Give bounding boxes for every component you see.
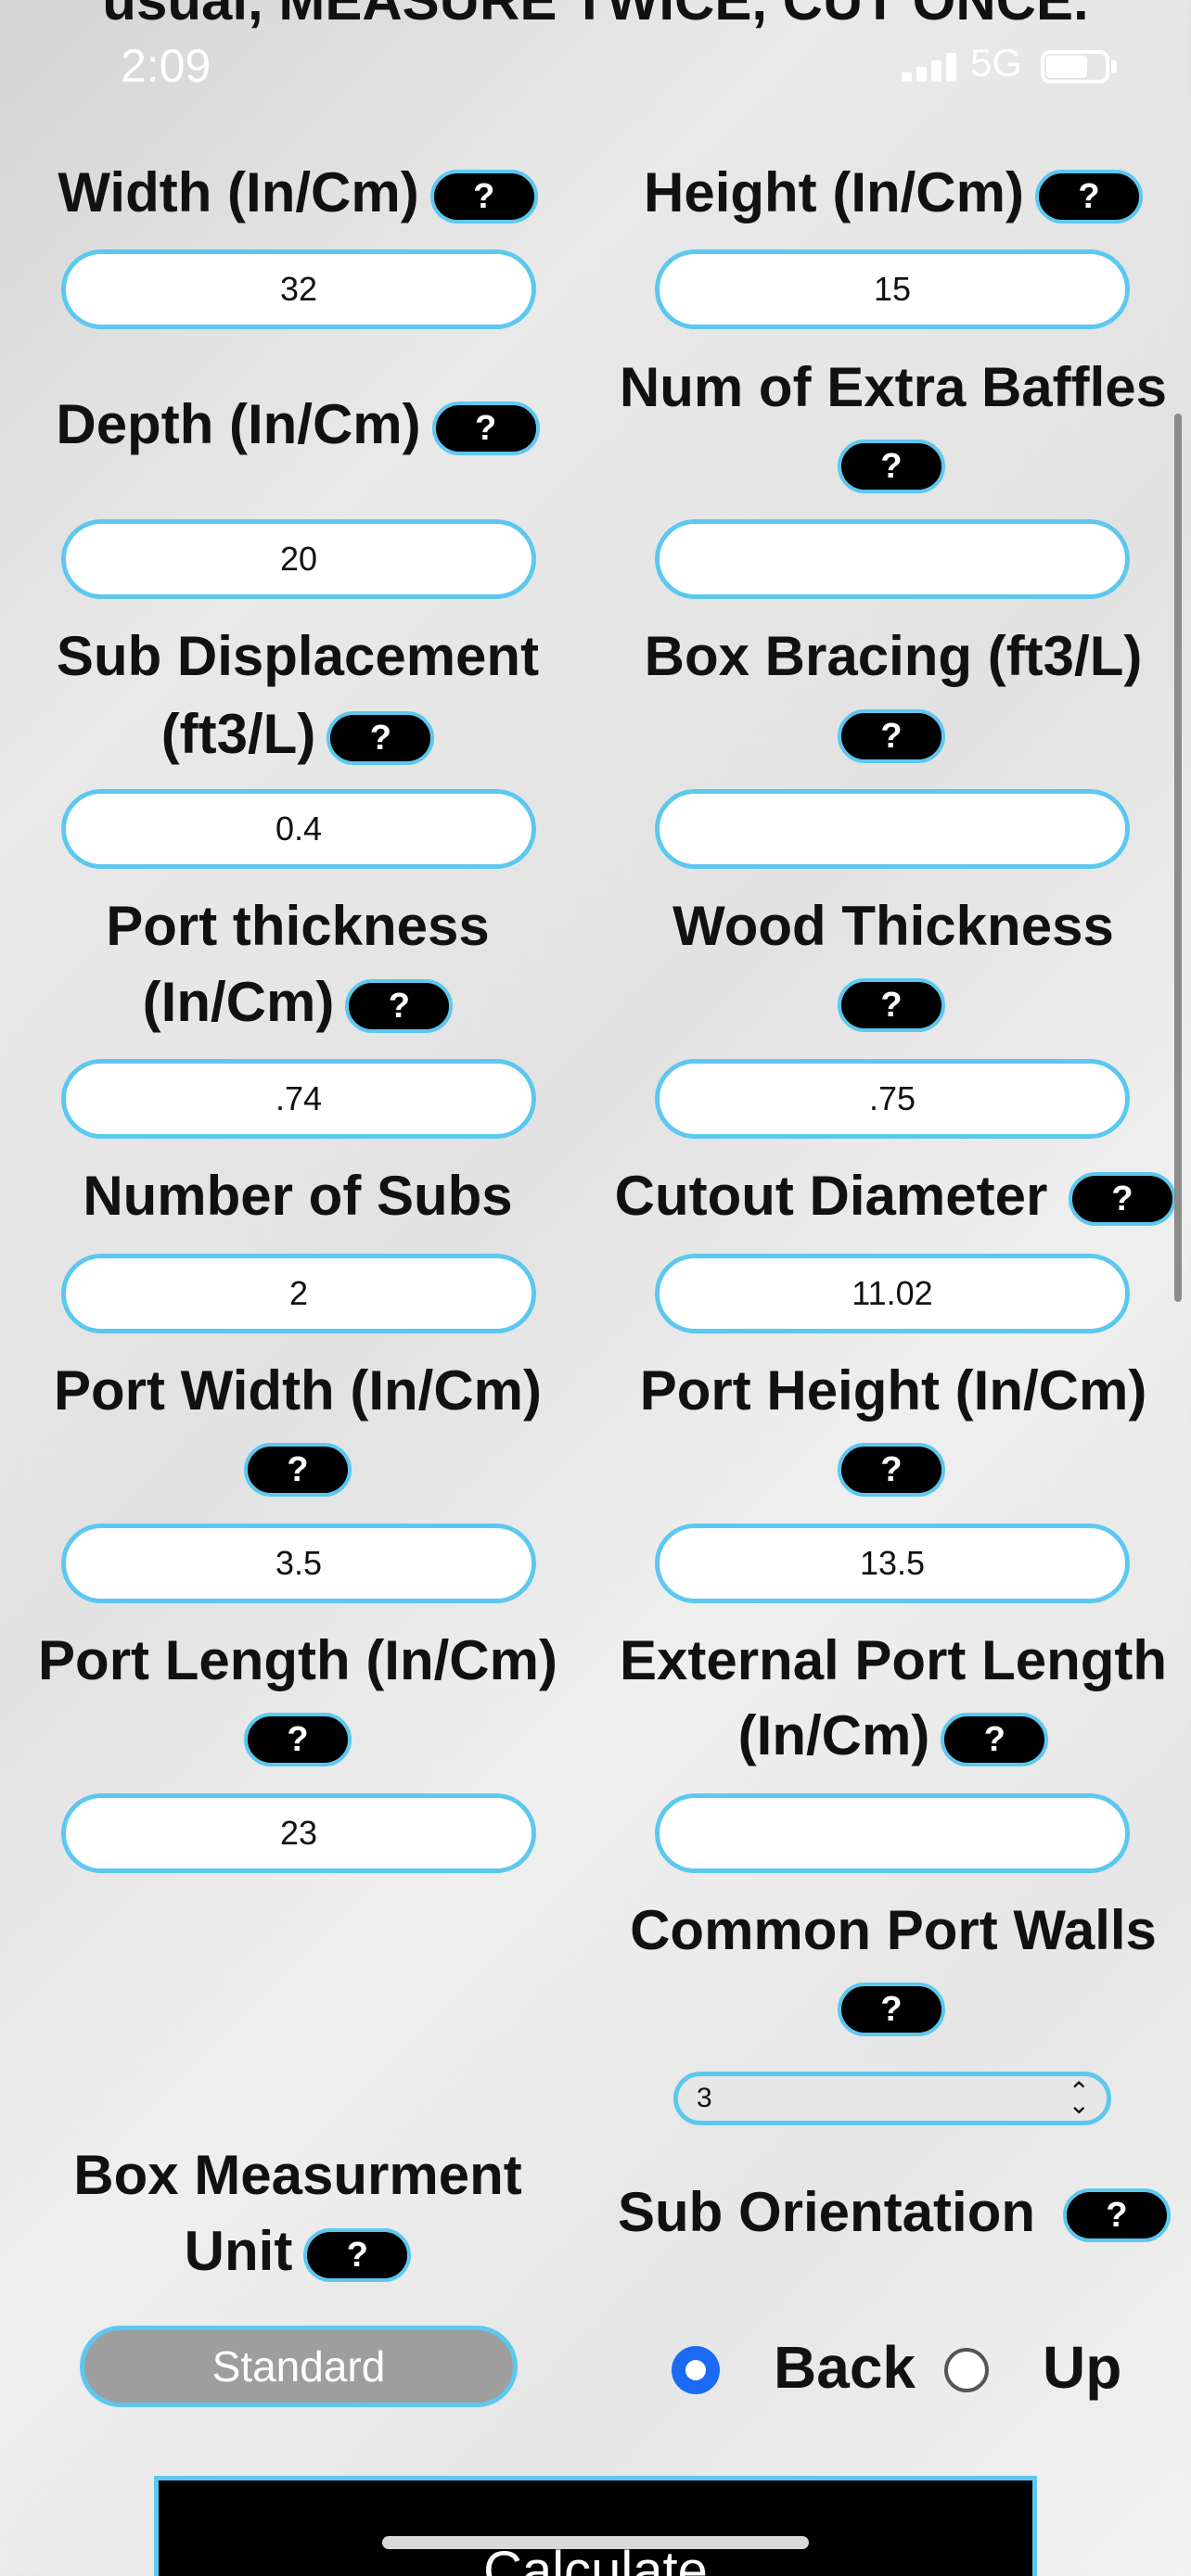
sub-orientation-help-button[interactable]: ? (1063, 2188, 1171, 2242)
width-label: Width (In/Cm) (58, 161, 419, 223)
port-width-input[interactable] (61, 1524, 536, 1603)
external-port-length-label-unit: (In/Cm) (737, 1704, 930, 1766)
port-length-label: Port Length (In/Cm) (38, 1629, 557, 1691)
width-input[interactable] (61, 249, 536, 329)
box-unit-label: Box Measurment (73, 2144, 522, 2206)
box-unit-label-row2: Unit? (0, 2214, 596, 2289)
port-thickness-label-row2: (In/Cm)? (0, 965, 596, 1039)
sub-displacement-label-unit: (ft3/L) (160, 703, 316, 765)
battery-cap (1111, 60, 1117, 73)
port-height-label: Port Height (In/Cm) (639, 1359, 1147, 1422)
sub-displacement-help-button[interactable]: ? (327, 711, 435, 766)
wood-thickness-input[interactable] (655, 1059, 1130, 1139)
home-indicator (382, 2536, 809, 2549)
external-port-length-help-button[interactable]: ? (941, 1713, 1049, 1767)
height-help-button[interactable]: ? (1034, 170, 1143, 224)
box-bracing-input[interactable] (655, 789, 1130, 869)
depth-label-row: Depth (In/Cm)? (0, 388, 596, 462)
select-chevron-icon: ⌃ ⌄ (1068, 2077, 1090, 2119)
wood-thickness-label: Wood Thickness (672, 895, 1114, 957)
port-length-input[interactable] (61, 1793, 536, 1873)
height-input[interactable] (655, 249, 1130, 329)
num-subs-input[interactable] (61, 1254, 536, 1333)
port-thickness-label-unit: (In/Cm) (142, 971, 335, 1033)
unit-standard-button[interactable]: Standard (80, 2326, 518, 2407)
box-bracing-help-button[interactable]: ? (838, 709, 945, 763)
orientation-up-radio[interactable] (944, 2348, 989, 2392)
orientation-up-label: Up (1043, 2334, 1122, 2401)
cutout-diameter-help-button[interactable]: ? (1069, 1172, 1176, 1226)
width-label-row: Width (In/Cm)? (0, 156, 596, 230)
calculate-button[interactable]: Calculate (154, 2476, 1037, 2576)
height-label-row: Height (In/Cm)? (596, 156, 1191, 230)
extra-baffles-input[interactable] (655, 519, 1130, 599)
common-port-walls-value: 3 (697, 2083, 712, 2113)
status-time: 2:09 (121, 40, 211, 92)
port-length-help-button[interactable]: ? (244, 1713, 352, 1766)
height-label: Height (In/Cm) (644, 161, 1024, 223)
sub-displacement-label: Sub Displacement (56, 625, 540, 687)
width-help-button[interactable]: ? (429, 170, 538, 224)
battery-level (1046, 56, 1087, 78)
sub-displacement-input[interactable] (61, 789, 536, 869)
network-label: 5G (970, 41, 1023, 84)
common-port-walls-label: Common Port Walls (630, 1899, 1157, 1961)
wood-thickness-help-button[interactable]: ? (838, 978, 945, 1032)
external-port-length-label: External Port Length (619, 1629, 1168, 1691)
orientation-back-label: Back (774, 2334, 916, 2401)
depth-label: Depth (In/Cm) (56, 393, 421, 455)
common-port-walls-help-button[interactable]: ? (838, 1983, 945, 2036)
box-unit-label-word: Unit (184, 2220, 293, 2282)
cutout-diameter-input[interactable] (655, 1254, 1130, 1333)
depth-help-button[interactable]: ? (431, 402, 540, 456)
port-thickness-label: Port thickness (106, 895, 490, 957)
orientation-back-radio[interactable] (672, 2346, 720, 2394)
port-width-label: Port Width (In/Cm) (53, 1359, 543, 1422)
sub-orientation-label: Sub Orientation (618, 2181, 1035, 2243)
box-unit-help-button[interactable]: ? (303, 2228, 412, 2283)
cutout-diameter-label: Cutout Diameter (614, 1165, 1048, 1227)
scrolled-header-text: usual, MEASURE TWICE, CUT ONCE. (102, 0, 1089, 32)
port-height-help-button[interactable]: ? (838, 1443, 945, 1497)
extra-baffles-help-button[interactable]: ? (838, 440, 945, 493)
port-thickness-input[interactable] (61, 1059, 536, 1139)
depth-input[interactable] (61, 519, 536, 599)
port-thickness-help-button[interactable]: ? (345, 979, 454, 1034)
scrollbar[interactable] (1174, 414, 1182, 1302)
signal-icon (902, 52, 959, 82)
common-port-walls-select[interactable]: 3 ⌃ ⌄ (673, 2072, 1111, 2125)
sub-displacement-label-row2: (ft3/L)? (0, 697, 596, 772)
external-port-length-input[interactable] (655, 1793, 1130, 1873)
box-bracing-label: Box Bracing (ft3/L) (644, 625, 1143, 687)
port-width-help-button[interactable]: ? (244, 1443, 352, 1497)
external-port-length-label-row2: (In/Cm)? (596, 1699, 1191, 1773)
num-subs-label: Number of Subs (83, 1165, 513, 1227)
extra-baffles-label: Num of Extra Baffles (619, 356, 1168, 418)
port-height-input[interactable] (655, 1524, 1130, 1603)
